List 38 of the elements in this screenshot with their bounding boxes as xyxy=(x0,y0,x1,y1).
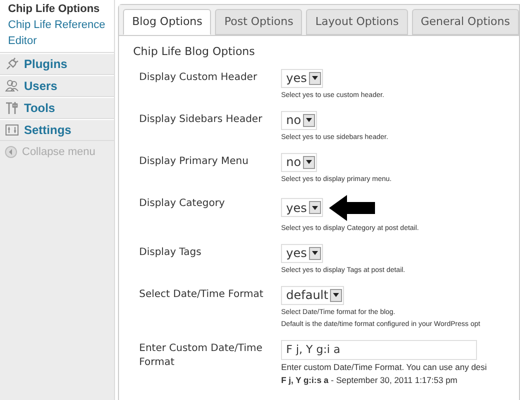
menu-item[interactable]: Tools xyxy=(0,97,114,119)
dropdown[interactable]: default xyxy=(281,286,344,304)
settings-icon xyxy=(5,123,19,137)
caret-icon xyxy=(312,206,318,210)
dropdown[interactable]: no xyxy=(281,152,318,172)
section-title: Chip Life Blog Options xyxy=(132,44,256,60)
help-text: F j, Y g:i:s a - September 30, 2011 1:17:53 pm xyxy=(281,374,458,386)
tools-icon xyxy=(5,101,19,115)
menu-item[interactable]: Plugins xyxy=(0,53,114,75)
caret-icon xyxy=(306,118,312,122)
tab[interactable]: Blog Options xyxy=(123,9,212,35)
option-label: Enter Custom Date/Time Format xyxy=(138,342,264,370)
option-label: Select Date/Time Format xyxy=(138,288,264,302)
caret-icon xyxy=(306,160,312,164)
users-icon xyxy=(5,79,19,93)
dropdown[interactable]: no xyxy=(281,110,318,130)
option-label: Display Tags xyxy=(138,246,202,260)
dropdown[interactable]: yes xyxy=(281,198,323,217)
help-text: Enter custom Date/Time Format. You can use any desi xyxy=(281,362,487,372)
caret-icon xyxy=(333,293,340,297)
caret-icon xyxy=(312,251,318,255)
menu-item[interactable]: Settings xyxy=(0,119,114,141)
tab[interactable]: Post Options xyxy=(215,9,302,35)
dropdown[interactable]: yes xyxy=(281,244,323,262)
submenu-link[interactable]: Chip Life Options xyxy=(8,2,114,17)
option-label: Display Sidebars Header xyxy=(138,112,264,126)
option-label: Display Primary Menu xyxy=(138,154,250,168)
plug-icon xyxy=(5,57,19,71)
submenu-link[interactable]: Chip Life Reference xyxy=(8,18,114,33)
dropdown[interactable]: yes xyxy=(281,68,323,88)
option-label: Display Custom Header xyxy=(138,70,258,84)
menu-item[interactable]: Users xyxy=(0,75,114,97)
option-label: Display Category xyxy=(138,196,226,210)
tab[interactable]: General Options xyxy=(412,9,519,35)
tab[interactable]: Layout Options xyxy=(306,9,408,35)
text-field[interactable]: F j, Y g:i a xyxy=(281,340,478,360)
caret-icon xyxy=(312,76,318,80)
submenu-link[interactable]: Editor xyxy=(8,34,114,49)
